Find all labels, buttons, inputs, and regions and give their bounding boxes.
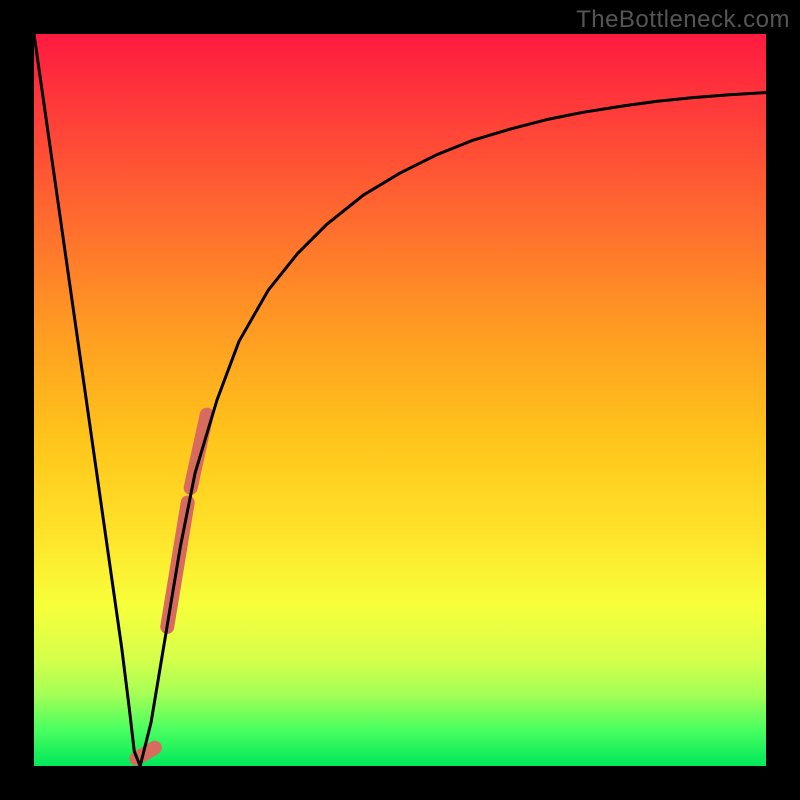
chart-frame: TheBottleneck.com <box>0 0 800 800</box>
watermark-text: TheBottleneck.com <box>576 6 790 34</box>
plot-area <box>34 34 766 766</box>
bottleneck-curve <box>34 34 766 766</box>
curve-svg <box>34 34 766 766</box>
